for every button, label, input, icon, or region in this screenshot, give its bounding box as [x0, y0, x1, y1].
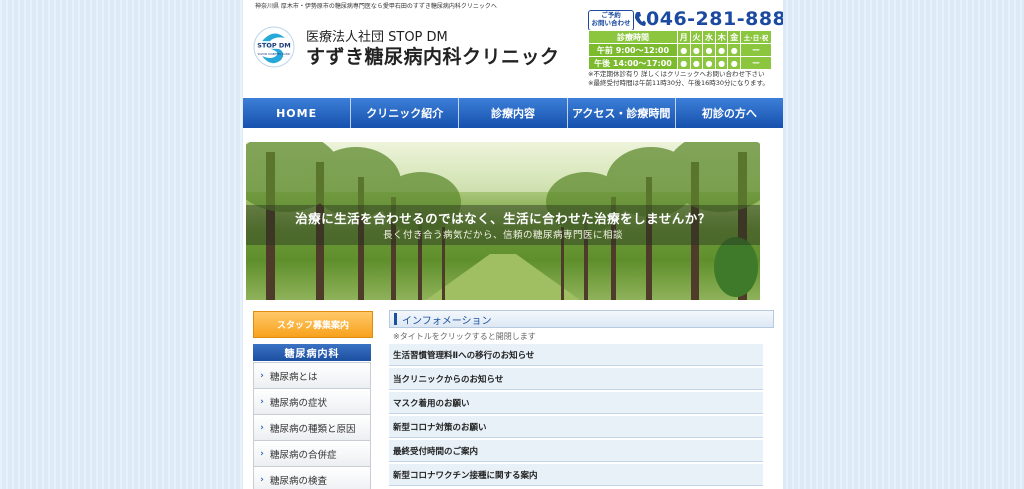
sidebar-item-label: 糖尿病とは — [270, 371, 318, 383]
mark: ● — [702, 43, 716, 57]
day-mon: 月 — [677, 30, 691, 44]
info-note: ※タイトルをクリックすると開閉します — [393, 332, 536, 341]
time-pm: 午後 14:00～17:00 — [588, 56, 678, 70]
clinic-logo-icon[interactable]: STOP DM SUZUKI DIABETES CLINIC — [253, 26, 295, 68]
hours-header-row: 診療時間 月 火 水 木 金 土·日·祝 — [588, 30, 772, 44]
info-heading-label: インフォメーション — [402, 315, 492, 327]
chevron-right-icon: › — [260, 422, 264, 433]
day-tue: 火 — [689, 30, 704, 44]
hero-subtitle: 長く付き合う病気だから、信頼の糖尿病専門医に相談 — [382, 230, 623, 241]
heading-bar-icon — [394, 313, 397, 325]
hours-row-pm: 午後 14:00～17:00 ● ● ● ● ● ー — [588, 56, 772, 70]
day-fri: 金 — [727, 30, 741, 44]
info-item[interactable]: 当クリニックからのお知らせ — [389, 368, 763, 390]
day-weekend: 土·日·祝 — [740, 30, 772, 44]
phone-number[interactable]: 046-281-8885 — [646, 8, 783, 30]
sidebar-item-label: 糖尿病の種類と原因 — [270, 423, 356, 435]
nav-clinic[interactable]: クリニック紹介 — [351, 98, 460, 128]
mark: ー — [740, 56, 772, 70]
day-thu: 木 — [714, 30, 729, 44]
main-nav: HOME クリニック紹介 診療内容 アクセス・診療時間 初診の方へ — [243, 98, 783, 128]
day-wed: 水 — [702, 30, 716, 44]
nav-first-visit[interactable]: 初診の方へ — [676, 98, 783, 128]
logo-subtext: SUZUKI DIABETES CLINIC — [258, 52, 291, 56]
nav-access[interactable]: アクセス・診療時間 — [568, 98, 676, 128]
mark: ● — [727, 56, 741, 70]
hours-row-am: 午前 9:00～12:00 ● ● ● ● ● ー — [588, 43, 772, 57]
mark: ● — [714, 43, 729, 57]
page: 神奈川県 厚木市・伊勢原市の糖尿病専門医なら愛甲石田のすずき糖尿病内科クリニック… — [243, 0, 783, 489]
time-am: 午前 9:00～12:00 — [588, 43, 678, 57]
logo-text: STOP DM — [257, 42, 291, 50]
info-list: 生活習慣管理料Ⅱへの移行のお知らせ 当クリニックからのお知らせ マスク着用のお願… — [389, 344, 763, 488]
chevron-right-icon: › — [260, 448, 264, 459]
mark: ● — [677, 56, 691, 70]
phone-icon — [635, 12, 646, 26]
staff-recruit-button[interactable]: スタッフ募集案内 — [253, 311, 373, 338]
mark: ● — [702, 56, 716, 70]
header-tagline: 神奈川県 厚木市・伊勢原市の糖尿病専門医なら愛甲石田のすずき糖尿病内科クリニック… — [255, 3, 497, 10]
hours-note-2: ※最終受付時間は午前11時30分、午後16時30分になります。 — [588, 79, 769, 87]
sidebar-item-types[interactable]: › 糖尿病の種類と原因 — [253, 415, 371, 441]
sidebar-item-symptoms[interactable]: › 糖尿病の症状 — [253, 389, 371, 415]
sidebar-item-label: 糖尿病の症状 — [270, 397, 328, 409]
sidebar-item-about-diabetes[interactable]: › 糖尿病とは — [253, 362, 371, 389]
mark: ● — [677, 43, 691, 57]
sidebar-menu: › 糖尿病とは › 糖尿病の症状 › 糖尿病の種類と原因 › 糖尿病の合併症 ›… — [253, 362, 371, 489]
info-item[interactable]: 新型コロナワクチン接種に関する案内 — [389, 464, 763, 486]
badge-line-2: お問い合わせ — [591, 19, 631, 27]
info-item[interactable]: マスク着用のお願い — [389, 392, 763, 414]
info-heading: インフォメーション — [389, 310, 774, 328]
clinic-name[interactable]: すずき糖尿病内科クリニック — [306, 42, 560, 69]
mark: ● — [727, 43, 741, 57]
info-item[interactable]: 生活習慣管理料Ⅱへの移行のお知らせ — [389, 344, 763, 366]
mark: ー — [740, 43, 772, 57]
mark: ● — [714, 56, 729, 70]
info-item[interactable]: 最終受付時間のご案内 — [389, 440, 763, 462]
mark: ● — [689, 56, 704, 70]
hours-label: 診療時間 — [588, 30, 678, 44]
nav-services[interactable]: 診療内容 — [459, 98, 568, 128]
mark: ● — [689, 43, 704, 57]
sidebar-item-complications[interactable]: › 糖尿病の合併症 — [253, 441, 371, 467]
hours-table: 診療時間 月 火 水 木 金 土·日·祝 午前 9:00～12:00 ● ● ●… — [588, 30, 772, 70]
sidebar-item-label: 糖尿病の検査 — [270, 475, 328, 487]
hero-title: 治療に生活を合わせるのではなく、生活に合わせた治療をしませんか？ — [295, 211, 711, 226]
chevron-right-icon: › — [260, 370, 264, 381]
chevron-right-icon: › — [260, 396, 264, 407]
hours-note-1: ※不定期休診有り 詳しくはクリニックへお問い合わせ下さい — [588, 70, 765, 78]
nav-home[interactable]: HOME — [243, 98, 352, 128]
info-item[interactable]: 新型コロナ対策のお願い — [389, 416, 763, 438]
badge-line-1: ご予約 — [601, 11, 621, 19]
sidebar-heading: 糖尿病内科 — [253, 344, 371, 361]
chevron-right-icon: › — [260, 474, 264, 485]
reservation-badge: ご予約 お問い合わせ — [588, 10, 634, 31]
hours-notes: ※不定期休診有り 詳しくはクリニックへお問い合わせ下さい ※最終受付時間は午前1… — [588, 70, 769, 88]
sidebar-item-label: 糖尿病の合併症 — [270, 449, 337, 461]
sidebar-item-tests[interactable]: › 糖尿病の検査 — [253, 467, 371, 489]
hero-banner: 治療に生活を合わせるのではなく、生活に合わせた治療をしませんか？ 長く付き合う病… — [246, 142, 760, 300]
